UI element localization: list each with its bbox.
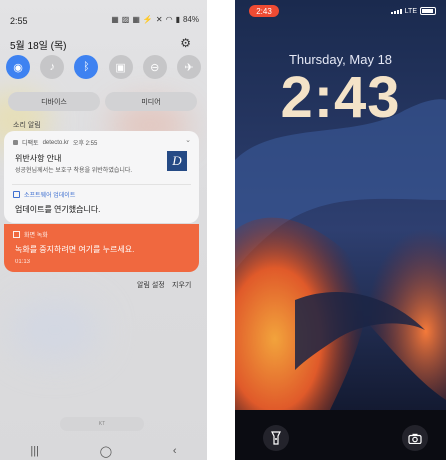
software-update-app: 소프트웨어 업데이트 <box>24 193 76 199</box>
signal-icon: ▮ <box>175 15 180 24</box>
notification-card[interactable]: 디팩토 detecto.kr 오후 2:55 ⌄ 위반사항 안내 성공현님께서는… <box>4 131 199 223</box>
back-button[interactable]: ‹ <box>173 445 177 457</box>
wifi-toggle[interactable]: ◉ <box>6 55 30 79</box>
home-button[interactable]: ◯ <box>100 445 112 458</box>
airplane-icon: ✈ <box>184 61 194 74</box>
screen-recording-notification[interactable]: 화면 녹화 녹화를 중지하려면 여기를 누르세요. 01:13 <box>4 224 199 272</box>
notification-body: 성공현님께서는 보호구 착용을 위반하였습니다. <box>15 168 133 174</box>
notification-app-row: 디팩토 detecto.kr 오후 2:55 <box>13 138 97 147</box>
notification-title: 위반사항 안내 <box>15 154 62 163</box>
network-label: LTE <box>404 7 417 15</box>
software-update-message: 업데이트를 연기했습니다. <box>15 205 101 214</box>
iphone-status-icons: LTE <box>390 7 436 15</box>
recording-app-name: 화면 녹화 <box>24 233 48 239</box>
software-update-icon <box>13 191 20 198</box>
airplane-toggle[interactable]: ✈ <box>176 55 201 79</box>
portrait-lock-icon: ▣ <box>115 61 126 74</box>
calendar-icon: ▦ <box>132 15 140 24</box>
flashlight-icon[interactable] <box>263 425 289 451</box>
android-notification-shade: 2:55 ▦ ▨ ▦ ⚡ ✕ ◠ ▮ 84% 5월 18일 (목) ⚙ ◉ ♪ … <box>0 0 207 460</box>
rotation-toggle[interactable]: ▣ <box>108 55 133 79</box>
wifi-icon: ◉ <box>13 61 23 74</box>
android-nav-bar: ||| ◯ ‹ <box>0 442 207 460</box>
software-update-app-row: 소프트웨어 업데이트 <box>13 190 75 199</box>
signal-icon <box>390 8 402 14</box>
gear-icon[interactable]: ⚙ <box>180 36 191 50</box>
android-status-bar: 2:55 ▦ ▨ ▦ ⚡ ✕ ◠ ▮ 84% <box>10 14 199 30</box>
media-button[interactable]: 미디어 <box>105 92 197 111</box>
app-source: detecto.kr <box>42 139 69 146</box>
app-logo: D <box>167 151 187 171</box>
do-not-disturb-icon: ⊖ <box>150 61 160 74</box>
section-label: 소리 알림 <box>13 122 41 129</box>
wallpaper-blur <box>10 300 100 360</box>
bolt-icon: ⚡ <box>142 15 153 24</box>
notification-settings-button[interactable]: 알림 설정 <box>137 280 165 290</box>
recording-icon <box>13 231 20 238</box>
battery-percent: 84% <box>182 15 199 24</box>
dnd-toggle[interactable]: ⊖ <box>142 55 167 79</box>
wifi-icon: ◠ <box>165 15 173 24</box>
bluetooth-toggle[interactable]: ᛒ <box>74 55 99 79</box>
calendar-icon: ▦ <box>111 15 119 24</box>
clear-button[interactable]: 지우기 <box>172 280 191 290</box>
app-icon <box>13 140 18 145</box>
status-time: 2:55 <box>10 16 28 26</box>
device-button[interactable]: 디바이스 <box>8 92 100 111</box>
iphone-lock-screen: 2:43 LTE Thursday, May 18 2:43 <box>235 0 446 460</box>
carrier-label: KT <box>60 417 144 431</box>
camera-icon[interactable] <box>402 425 428 451</box>
status-icons: ▦ ▨ ▦ ⚡ ✕ ◠ ▮ 84% <box>111 15 199 24</box>
mute-icon: ♪ <box>49 61 55 73</box>
status-time-pill: 2:43 <box>249 5 279 17</box>
recording-app-row: 화면 녹화 <box>13 230 48 239</box>
battery-icon <box>420 7 436 15</box>
recording-elapsed: 01:13 <box>15 259 31 265</box>
notification-time: 오후 2:55 <box>72 141 98 147</box>
recents-button[interactable]: ||| <box>30 445 39 457</box>
shade-date: 5월 18일 (목) <box>10 41 67 52</box>
recording-message: 녹화를 중지하려면 여기를 누르세요. <box>15 245 135 254</box>
image-icon: ▨ <box>121 15 130 24</box>
quick-settings-row: ◉ ♪ ᛒ ▣ ⊖ ✈ <box>6 55 201 79</box>
app-name: 디팩토 <box>22 141 39 147</box>
sound-toggle[interactable]: ♪ <box>40 55 65 79</box>
chevron-down-icon[interactable]: ⌄ <box>185 136 191 144</box>
bluetooth-icon: ᛒ <box>83 61 90 73</box>
divider <box>12 184 191 185</box>
lock-clock: 2:43 <box>280 65 401 130</box>
mute-icon: ✕ <box>155 15 163 24</box>
